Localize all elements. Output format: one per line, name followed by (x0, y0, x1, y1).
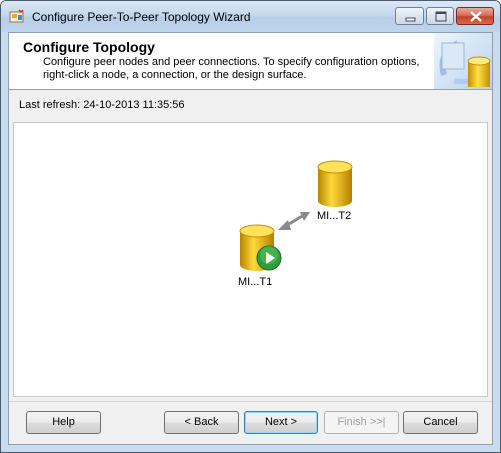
wizard-app-icon (9, 9, 24, 23)
title-bar[interactable]: Configure Peer-To-Peer Topology Wizard (1, 1, 500, 32)
help-button[interactable]: Help (26, 411, 101, 434)
wizard-header-graphic (434, 33, 492, 89)
footer-divider (9, 401, 492, 402)
close-icon (470, 11, 482, 22)
page-header: Configure Topology Configure peer nodes … (9, 33, 492, 90)
design-surface[interactable]: MI...T1 MI...T2 (13, 122, 488, 397)
finish-button[interactable]: Finish >>| (324, 411, 399, 434)
maximize-icon (435, 11, 447, 22)
next-button[interactable]: Next > (244, 411, 318, 434)
minimize-button[interactable] (395, 7, 424, 25)
cancel-button[interactable]: Cancel (403, 411, 478, 434)
page-title: Configure Topology (23, 39, 155, 55)
wizard-page: Configure Topology Configure peer nodes … (8, 32, 493, 445)
maximize-button[interactable] (426, 7, 454, 25)
topology-node-t1[interactable] (238, 223, 286, 275)
back-button[interactable]: < Back (164, 411, 239, 434)
node-label-t1[interactable]: MI...T1 (238, 276, 272, 288)
database-icon (317, 160, 353, 207)
minimize-icon (405, 17, 416, 22)
window-title: Configure Peer-To-Peer Topology Wizard (32, 10, 251, 24)
page-description: Configure peer nodes and peer connection… (43, 56, 420, 81)
play-icon (256, 245, 282, 271)
node-label-t2[interactable]: MI...T2 (317, 210, 351, 222)
wizard-window: Configure Peer-To-Peer Topology Wizard C… (0, 0, 501, 453)
close-button[interactable] (456, 7, 494, 25)
last-refresh-label: Last refresh: 24-10-2013 11:35:56 (19, 99, 185, 111)
topology-node-t2[interactable] (316, 159, 356, 209)
